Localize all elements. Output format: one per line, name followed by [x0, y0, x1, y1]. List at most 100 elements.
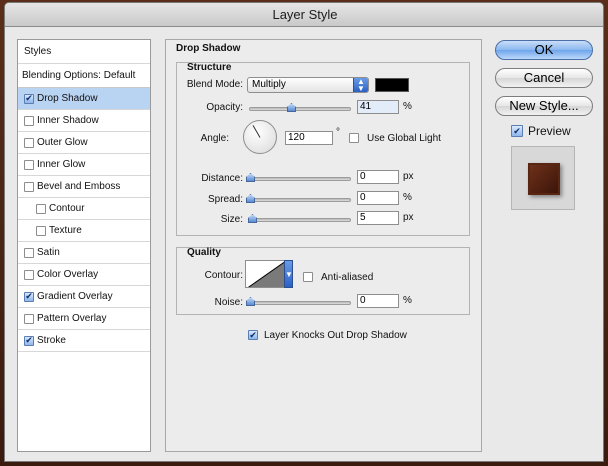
style-preview-swatch [528, 163, 560, 195]
opacity-input[interactable]: 41 [357, 100, 399, 114]
style-item-label: Bevel and Emboss [37, 181, 121, 192]
style-item-label: Pattern Overlay [37, 313, 107, 324]
size-slider[interactable] [248, 214, 351, 223]
style-item[interactable]: Inner Shadow [18, 110, 150, 132]
spread-label: Spread: [207, 194, 243, 205]
anti-aliased-label: Anti-aliased [321, 272, 374, 283]
distance-label: Distance: [201, 173, 243, 184]
size-input[interactable]: 5 [357, 211, 399, 225]
style-item-checkbox[interactable] [36, 225, 46, 236]
use-global-light-checkbox[interactable] [349, 133, 359, 143]
style-item-label: Satin [37, 247, 60, 258]
shadow-color-swatch[interactable] [375, 78, 409, 92]
style-item-checkbox[interactable] [36, 203, 46, 214]
contour-curve-icon [247, 261, 284, 287]
style-item-checkbox[interactable] [24, 181, 34, 192]
angle-label: Angle: [200, 133, 229, 144]
style-item-checkbox[interactable] [24, 137, 34, 148]
noise-slider[interactable] [246, 297, 351, 306]
style-item[interactable]: Inner Glow [18, 154, 150, 176]
preview-label: Preview [528, 124, 571, 138]
use-global-light-label: Use Global Light [367, 133, 441, 144]
blend-mode-select[interactable]: Multiply ▲ ▼ [247, 77, 369, 93]
style-item[interactable]: Texture [18, 220, 150, 242]
opacity-slider[interactable] [249, 103, 351, 112]
layer-style-dialog: Layer Style Styles Blending Options: Def… [4, 2, 604, 462]
spread-slider[interactable] [246, 194, 351, 203]
drop-shadow-panel: Drop Shadow Structure Blend Mode: Multip… [165, 39, 482, 452]
noise-slider-thumb[interactable] [246, 297, 255, 306]
style-item-label: Gradient Overlay [37, 291, 113, 302]
opacity-label: Opacity: [206, 102, 243, 113]
contour-preview[interactable] [245, 260, 285, 288]
structure-group: Structure Blend Mode: Multiply ▲ ▼ Opacit… [176, 62, 470, 236]
style-item-checkbox[interactable]: ✔ [24, 335, 34, 346]
knockout-label: Layer Knocks Out Drop Shadow [264, 330, 407, 341]
drop-shadow-title: Drop Shadow [176, 43, 241, 54]
style-item[interactable]: Pattern Overlay [18, 308, 150, 330]
styles-header-label: Styles [24, 46, 52, 57]
style-item-label: Inner Shadow [37, 115, 99, 126]
style-preview [511, 146, 575, 210]
contour-dropdown-arrow-icon[interactable]: ▼ [284, 260, 293, 288]
style-item[interactable]: Color Overlay [18, 264, 150, 286]
dialog-content: Styles Blending Options: Default ✔ Drop S… [5, 28, 603, 461]
quality-group: Quality Contour: ▼ Anti-aliased Noise: 0… [176, 247, 470, 315]
size-unit: px [403, 212, 414, 223]
spread-input[interactable]: 0 [357, 191, 399, 205]
style-item-checkbox[interactable] [24, 115, 34, 126]
size-label: Size: [220, 214, 243, 225]
style-item[interactable]: Bevel and Emboss [18, 176, 150, 198]
structure-title: Structure [187, 62, 232, 73]
angle-dial[interactable] [243, 120, 277, 154]
style-item-label: Inner Glow [37, 159, 86, 170]
cancel-button[interactable]: Cancel [495, 68, 593, 88]
angle-input[interactable]: 120 [285, 131, 333, 145]
style-item-checkbox[interactable] [24, 313, 34, 324]
quality-title: Quality [187, 247, 221, 258]
style-item-label: Stroke [37, 335, 66, 346]
blend-mode-label: Blend Mode: [186, 79, 243, 90]
style-item-label: Texture [49, 225, 82, 236]
distance-slider[interactable] [246, 173, 351, 182]
blending-options-item[interactable]: Blending Options: Default [18, 64, 150, 88]
window-title: Layer Style [272, 7, 338, 22]
contour-label: Contour: [204, 270, 243, 281]
style-item[interactable]: ✔ Drop Shadow [18, 88, 150, 110]
style-item-label: Contour [49, 203, 85, 214]
style-item[interactable]: Outer Glow [18, 132, 150, 154]
style-item[interactable]: ✔ Stroke [18, 330, 150, 352]
angle-dial-indicator [252, 125, 261, 138]
distance-slider-thumb[interactable] [246, 173, 255, 182]
style-item[interactable]: Contour [18, 198, 150, 220]
style-item-label: Color Overlay [37, 269, 99, 280]
updown-arrows-icon: ▲ ▼ [353, 78, 368, 93]
distance-unit: px [403, 171, 414, 182]
spread-slider-thumb[interactable] [246, 194, 255, 203]
style-item-checkbox[interactable]: ✔ [24, 291, 34, 302]
style-item-checkbox[interactable]: ✔ [24, 93, 34, 104]
noise-unit: % [403, 295, 412, 306]
styles-header[interactable]: Styles [18, 40, 150, 64]
noise-input[interactable]: 0 [357, 294, 399, 308]
size-slider-thumb[interactable] [248, 214, 257, 223]
ok-button[interactable]: OK [495, 40, 593, 60]
style-item[interactable]: Satin [18, 242, 150, 264]
knockout-checkbox[interactable]: ✔ [248, 330, 258, 340]
opacity-unit: % [403, 101, 412, 112]
noise-label: Noise: [214, 297, 243, 308]
style-item-checkbox[interactable] [24, 247, 34, 258]
style-item-label: Outer Glow [37, 137, 88, 148]
styles-list: Styles Blending Options: Default ✔ Drop S… [17, 39, 151, 452]
opacity-slider-thumb[interactable] [287, 103, 296, 112]
style-item-checkbox[interactable] [24, 159, 34, 170]
preview-checkbox[interactable]: ✔ [511, 125, 523, 137]
new-style-button[interactable]: New Style... [495, 96, 593, 116]
distance-input[interactable]: 0 [357, 170, 399, 184]
blending-options-label: Blending Options: Default [22, 70, 136, 81]
angle-unit: ° [336, 127, 340, 138]
style-item[interactable]: ✔ Gradient Overlay [18, 286, 150, 308]
anti-aliased-checkbox[interactable] [303, 272, 313, 282]
style-item-checkbox[interactable] [24, 269, 34, 280]
title-bar[interactable]: Layer Style [5, 3, 603, 27]
